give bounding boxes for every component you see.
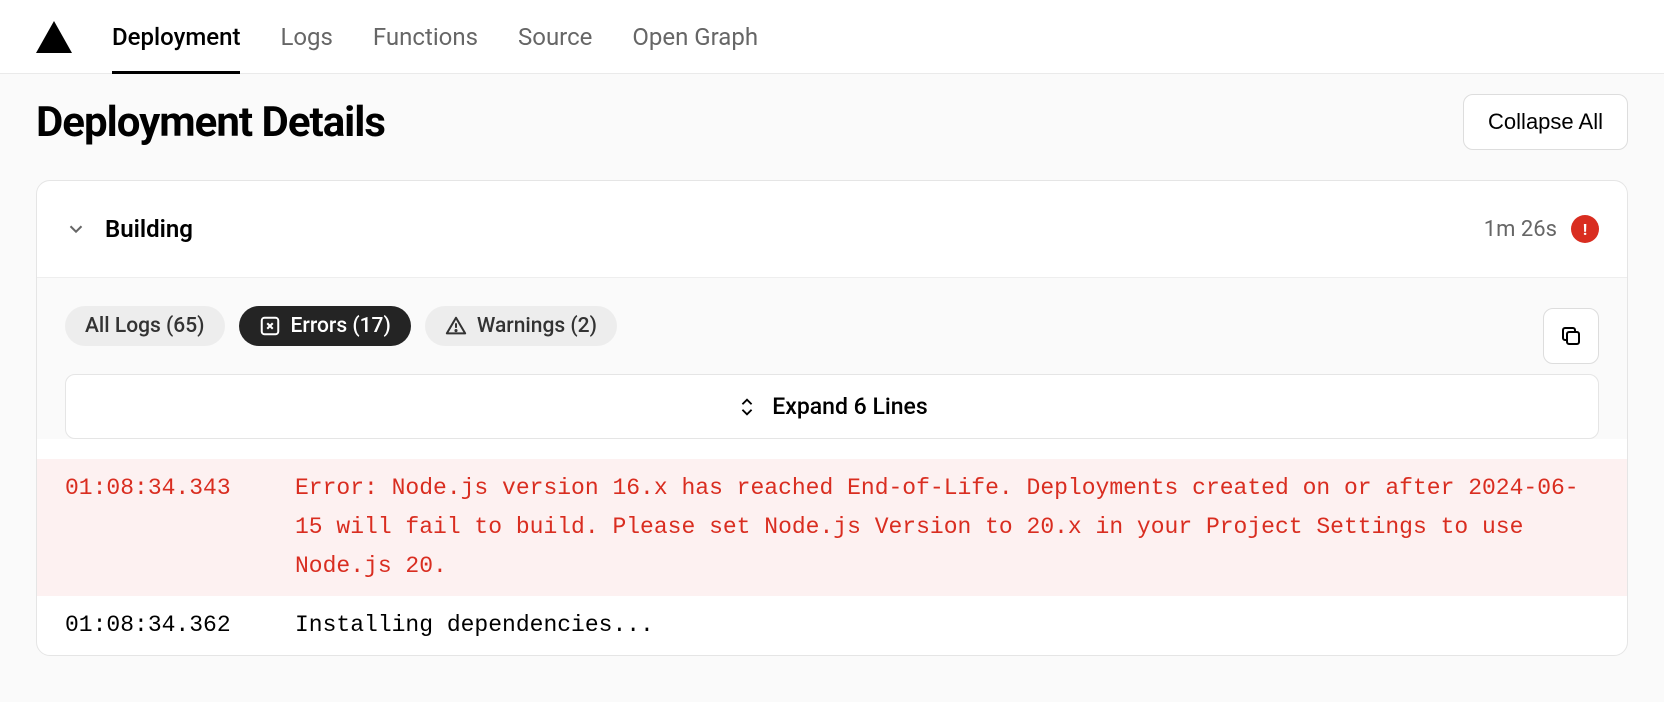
build-panel: Building 1m 26s ! All Logs (65) Errors (…	[36, 180, 1628, 656]
copy-icon	[1559, 324, 1583, 348]
warning-triangle-icon	[445, 315, 467, 337]
build-panel-header[interactable]: Building 1m 26s !	[37, 181, 1627, 278]
log-timestamp: 01:08:34.362	[65, 606, 255, 645]
filter-warnings[interactable]: Warnings (2)	[425, 306, 617, 346]
chevron-down-icon	[65, 218, 87, 240]
log-filter-row: All Logs (65) Errors (17)	[37, 278, 1627, 354]
build-section-title: Building	[105, 215, 193, 243]
tab-source[interactable]: Source	[518, 0, 592, 74]
filter-all-logs-label: All Logs (65)	[85, 314, 205, 338]
page-header: Deployment Details Collapse All	[36, 74, 1628, 180]
log-message: Error: Node.js version 16.x has reached …	[295, 469, 1599, 586]
log-timestamp: 01:08:34.343	[65, 469, 255, 586]
filter-warnings-label: Warnings (2)	[477, 314, 597, 338]
vercel-logo-icon[interactable]	[36, 21, 72, 53]
error-box-icon	[259, 315, 281, 337]
expand-collapse-icon	[736, 396, 758, 418]
log-message: Installing dependencies...	[295, 606, 1599, 645]
error-status-icon: !	[1571, 215, 1599, 243]
tab-logs[interactable]: Logs	[280, 0, 332, 74]
tab-open-graph[interactable]: Open Graph	[632, 0, 758, 74]
filter-errors[interactable]: Errors (17)	[239, 306, 411, 346]
page-title: Deployment Details	[36, 98, 385, 147]
collapse-all-button[interactable]: Collapse All	[1463, 94, 1628, 150]
build-duration: 1m 26s	[1484, 217, 1557, 242]
filter-all-logs[interactable]: All Logs (65)	[65, 306, 225, 346]
log-row-error: 01:08:34.343 Error: Node.js version 16.x…	[37, 459, 1627, 596]
copy-logs-button[interactable]	[1543, 308, 1599, 364]
filter-errors-label: Errors (17)	[291, 314, 391, 338]
tab-deployment[interactable]: Deployment	[112, 0, 240, 74]
tab-functions[interactable]: Functions	[373, 0, 478, 74]
log-row: 01:08:34.362 Installing dependencies...	[37, 596, 1627, 655]
top-nav: Deployment Logs Functions Source Open Gr…	[0, 0, 1664, 74]
expand-lines-button[interactable]: Expand 6 Lines	[65, 374, 1599, 439]
expand-lines-label: Expand 6 Lines	[772, 393, 927, 420]
